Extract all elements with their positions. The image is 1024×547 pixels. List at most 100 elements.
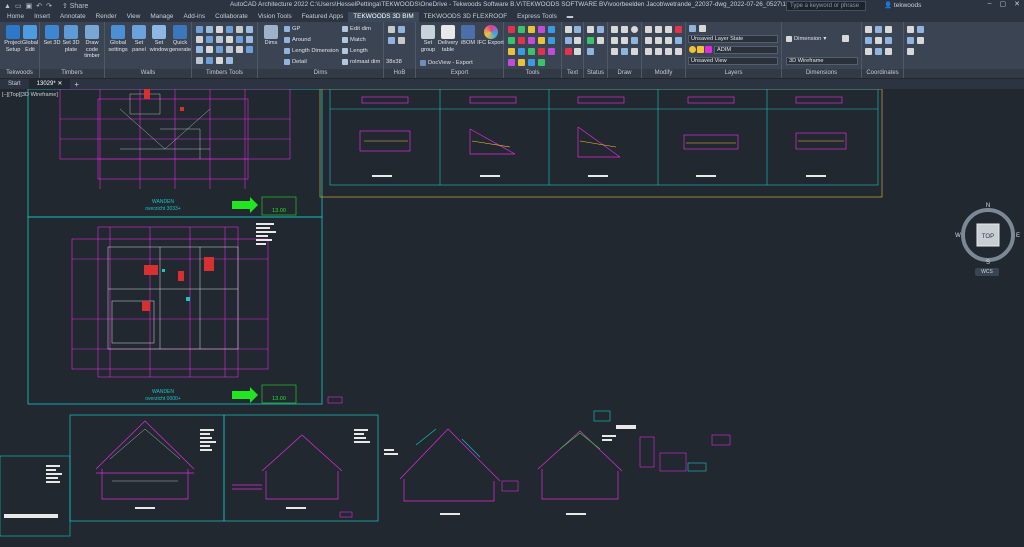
timber-tool-10-icon[interactable] — [226, 36, 233, 43]
ucs-z-icon[interactable] — [885, 37, 892, 44]
viewcube-south-label[interactable]: S — [986, 260, 990, 265]
small-details[interactable] — [327, 396, 731, 472]
tool-green-4-icon[interactable] — [538, 59, 545, 66]
section-detail-4[interactable] — [537, 410, 623, 515]
search-input[interactable]: Type a keyword or phrase — [786, 1, 866, 11]
panel-title-draw[interactable]: Draw — [608, 69, 641, 78]
save-icon[interactable]: ▣ — [26, 2, 33, 10]
circle-icon[interactable] — [631, 26, 638, 33]
rectangle-icon[interactable] — [611, 37, 618, 44]
text-tool-2-icon[interactable] — [574, 26, 581, 33]
length-dimension-button[interactable]: Length Dimension — [284, 47, 339, 55]
hob-tool-2-icon[interactable] — [398, 26, 405, 33]
hob-size-button[interactable]: 38x38 — [386, 58, 402, 66]
text-tool-3-icon[interactable] — [565, 37, 572, 44]
tab-featured-apps[interactable]: Featured Apps — [297, 12, 349, 22]
timber-tool-11-icon[interactable] — [236, 36, 243, 43]
timber-tool-17-icon[interactable] — [236, 46, 243, 53]
timber-tool-22-icon[interactable] — [226, 57, 233, 64]
panel-title-tekwoods[interactable]: Tekwoods — [0, 69, 39, 78]
redo-icon[interactable]: ↷ — [46, 2, 52, 10]
move-icon[interactable] — [645, 26, 652, 33]
arc-icon[interactable] — [621, 37, 628, 44]
hatch-icon[interactable] — [631, 37, 638, 44]
panel-title-dimensions[interactable]: Dimensions — [782, 69, 861, 78]
status-tool-1-icon[interactable] — [587, 26, 594, 33]
section-sheet-1[interactable] — [69, 414, 225, 522]
text-tool-5-icon[interactable] — [565, 48, 572, 55]
tool-magenta-3-icon[interactable] — [548, 48, 555, 55]
panel-title-timbers-tools[interactable]: Timbers Tools — [192, 69, 257, 78]
panel-title-status[interactable]: Status — [584, 69, 607, 78]
tab-home[interactable]: Home — [2, 12, 29, 22]
viewport-controls[interactable]: [–][Top][3D Wireframe] — [2, 92, 58, 98]
tab-add-ins[interactable]: Add-ins — [178, 12, 210, 22]
tool-blue-4-icon[interactable] — [528, 59, 535, 66]
panel-title-hob[interactable]: HoB — [384, 69, 415, 78]
panel-title-walls[interactable]: Walls — [105, 69, 191, 78]
minimize-icon[interactable]: – — [988, 0, 992, 8]
share-button[interactable]: ⇪ Share — [62, 2, 89, 10]
tool-magenta-4-icon[interactable] — [508, 59, 515, 66]
timber-tool-15-icon[interactable] — [216, 46, 223, 53]
dimension-tool-icon[interactable] — [842, 35, 849, 42]
timber-tool-13-icon[interactable] — [196, 46, 203, 53]
tool-yellow-3-icon[interactable] — [508, 48, 515, 55]
timber-tool-5-icon[interactable] — [236, 26, 243, 33]
drawing-viewport[interactable]: WANDEN overzicht 3033+ 13.00 WANDEN over… — [0, 89, 1024, 547]
around-button[interactable]: Around — [284, 36, 311, 44]
close-tab-icon[interactable]: ✕ — [57, 81, 62, 87]
sheet-2[interactable]: WANDEN overzicht 0000+ 13.00 — [27, 216, 323, 405]
detail-button[interactable]: Detail — [284, 58, 307, 66]
tool-yellow-4-icon[interactable] — [518, 59, 525, 66]
maximize-icon[interactable]: ▢ — [1000, 0, 1007, 8]
polyline-icon[interactable] — [621, 26, 628, 33]
panel-title-timbers[interactable]: Timbers — [40, 69, 104, 78]
line-icon[interactable] — [611, 26, 618, 33]
timber-tool-18-icon[interactable] — [246, 46, 253, 53]
tool-magenta-2-icon[interactable] — [528, 37, 535, 44]
timber-tool-1-icon[interactable] — [196, 26, 203, 33]
extra-tool-4-icon[interactable] — [917, 37, 924, 44]
panel-title-coordinates[interactable]: Coordinates — [862, 69, 903, 78]
tab-tekwoods-3d-bim[interactable]: TEKWOODS 3D BIM — [348, 12, 419, 22]
ribbon-options-icon[interactable]: ▬ — [562, 12, 578, 22]
tool-blue-icon[interactable] — [548, 26, 555, 33]
file-tab-start[interactable]: Start — [0, 79, 29, 89]
text-tool-6-icon[interactable] — [574, 48, 581, 55]
ifc-export-button[interactable]: IFC Export — [477, 25, 504, 47]
tab-render[interactable]: Render — [91, 12, 122, 22]
draw-code-timber-button[interactable]: Draw code timber — [79, 25, 105, 60]
timber-tool-20-icon[interactable] — [206, 57, 213, 64]
user-account[interactable]: 👤 tekwoods — [884, 1, 921, 9]
wcs-menu[interactable]: WCS — [975, 268, 999, 276]
hob-tool-3-icon[interactable] — [388, 37, 395, 44]
dimension-button[interactable]: Dimension ▾ — [786, 35, 826, 43]
status-tool-3-icon[interactable] — [587, 37, 594, 44]
timber-tool-12-icon[interactable] — [246, 36, 253, 43]
file-tab-current[interactable]: 13029* ✕ — [28, 79, 71, 89]
timber-tool-21-icon[interactable] — [216, 57, 223, 64]
ucs-icon[interactable] — [865, 26, 872, 33]
drawing-canvas[interactable]: WANDEN overzicht 3033+ 13.00 WANDEN over… — [0, 89, 1024, 547]
dims-button[interactable]: Dims — [259, 25, 283, 47]
scale-icon[interactable] — [655, 48, 662, 55]
app-menu-icon[interactable]: ▲ — [4, 3, 11, 10]
panel-title-layers[interactable]: Layers — [686, 69, 781, 78]
timber-tool-9-icon[interactable] — [216, 36, 223, 43]
viewcube-north-label[interactable]: N — [986, 203, 990, 209]
layer-tool-icon[interactable] — [699, 25, 706, 32]
extra-tool-3-icon[interactable] — [907, 37, 914, 44]
hob-tool-4-icon[interactable] — [398, 37, 405, 44]
extra-tool-5-icon[interactable] — [907, 48, 914, 55]
tool-magenta-icon[interactable] — [538, 26, 545, 33]
offset-icon[interactable] — [675, 48, 682, 55]
legend-sheet[interactable] — [0, 455, 71, 537]
layer-on-icon[interactable] — [689, 46, 696, 53]
stretch-icon[interactable] — [645, 48, 652, 55]
draw-tool-8-icon[interactable] — [621, 48, 628, 55]
status-tool-4-icon[interactable] — [597, 37, 604, 44]
draw-tool-7-icon[interactable] — [611, 48, 618, 55]
timber-tool-19-icon[interactable] — [196, 57, 203, 64]
match-button[interactable]: Match — [342, 36, 366, 44]
